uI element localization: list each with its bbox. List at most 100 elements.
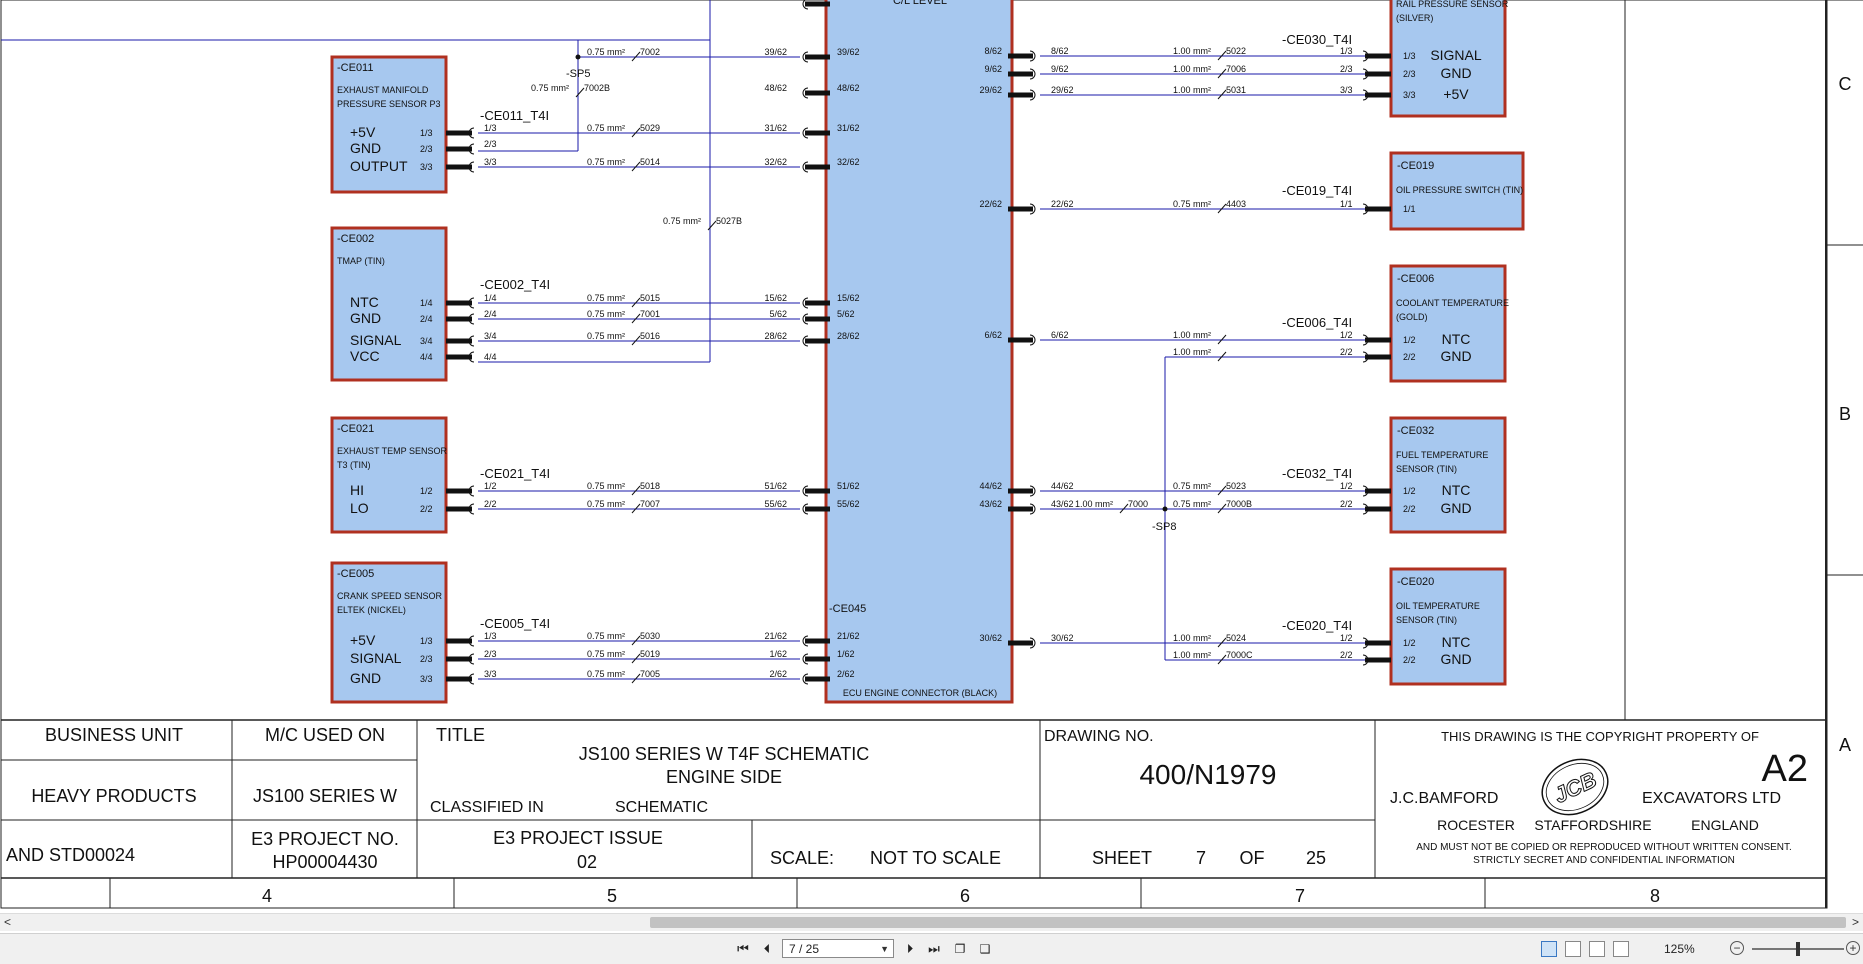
pin-number: 3/3 <box>420 162 433 172</box>
address-country: ENGLAND <box>1691 817 1759 833</box>
wire-slash-icon <box>575 87 585 98</box>
component-id: -CE005 <box>337 568 374 580</box>
sheet-total: 25 <box>1306 848 1326 868</box>
wire-spec: 1.00 mm² <box>1075 499 1113 509</box>
last-page-icon[interactable]: ⏭ <box>924 940 944 958</box>
wire-label: 1.00 mm² 7000C <box>1173 650 1253 665</box>
fit-page-icon[interactable]: ❐ <box>950 940 970 958</box>
ecu-pin-number: 48/62 <box>837 83 860 93</box>
scroll-left-arrow-icon[interactable]: < <box>4 914 11 931</box>
pin-label: GND <box>350 310 381 326</box>
chevron-down-icon[interactable]: ▼ <box>880 940 889 959</box>
wire-number: 7002 <box>640 47 660 57</box>
harness-tag: -CE021_T4I <box>480 466 550 481</box>
wire-label: 0.75 mm² 5015 <box>587 293 660 308</box>
wire-number: 5019 <box>640 649 660 659</box>
row-marker: C <box>1839 74 1852 94</box>
wire-label: 0.75 mm² 5014 <box>587 157 660 172</box>
wire-spec: 0.75 mm² <box>587 649 625 659</box>
component-ce019: -CE019 OIL PRESSURE SWITCH (TIN) 1/1 <box>1389 151 1525 231</box>
component-desc: OIL PRESSURE SWITCH (TIN) <box>1396 185 1523 195</box>
pin-label: OUTPUT <box>350 158 408 174</box>
zoom-level: 125% <box>1664 942 1695 956</box>
wire-src-pin: 2/3 <box>484 649 497 659</box>
business-unit-label: BUSINESS UNIT <box>45 725 183 745</box>
pin-number: 2/2 <box>1403 655 1416 665</box>
wire-spec: 0.75 mm² <box>587 481 625 491</box>
pin-stub <box>1362 485 1391 497</box>
pin-number: 2/2 <box>1403 352 1416 362</box>
pin-number: 3/4 <box>420 336 433 346</box>
pin-number: 4/4 <box>420 352 433 362</box>
wire-label: 0.75 mm² 5029 <box>587 123 660 138</box>
document-viewer: -CE011 EXHAUST MANIFOLD PRESSURE SENSOR P3… <box>0 0 1863 964</box>
component-desc: OIL TEMPERATURE <box>1396 601 1480 611</box>
ecu-pin-number: 2/62 <box>837 669 855 679</box>
zoom-in-icon[interactable]: + <box>1846 941 1860 955</box>
schematic-sheet: -CE011 EXHAUST MANIFOLD PRESSURE SENSOR P3… <box>0 0 1863 909</box>
two-page-continuous-view-icon[interactable] <box>1613 941 1629 957</box>
pin-number: 1/2 <box>1403 335 1416 345</box>
ecu-pin-number: 15/62 <box>837 293 860 303</box>
of-label: OF <box>1240 848 1265 868</box>
single-page-view-icon[interactable] <box>1541 941 1557 957</box>
wire-number: 5027B <box>716 216 742 226</box>
ecu-pin-number: 51/62 <box>764 481 787 491</box>
prev-page-icon[interactable]: ⏴ <box>757 940 777 958</box>
harness-tag: -CE030_T4I <box>1282 32 1352 47</box>
pin-stub <box>446 485 475 497</box>
wire-number: 7002B <box>584 83 610 93</box>
mc-used-on-label: M/C USED ON <box>265 725 385 745</box>
wire-number: 5022 <box>1226 46 1246 56</box>
wire-src-pin: 3/3 <box>484 669 497 679</box>
component-ce032: -CE032 FUEL TEMPERATURE SENSOR (TIN) NTC 1/2… <box>1389 416 1507 534</box>
component-id: -CE019 <box>1397 160 1434 172</box>
pin-number: 1/3 <box>420 636 433 646</box>
two-page-view-icon[interactable] <box>1589 941 1605 957</box>
drawing-title-line1: JS100 SERIES W T4F SCHEMATIC <box>579 744 869 764</box>
wire-spec: 0.75 mm² <box>1173 499 1211 509</box>
component-desc: SENSOR (TIN) <box>1396 464 1457 474</box>
page-number-input[interactable]: 7 / 25 ▼ <box>782 939 894 958</box>
wire-number: 7000B <box>1226 499 1252 509</box>
wire-src-pin: 4/4 <box>484 352 497 362</box>
ecu-pin-number: 32/62 <box>764 157 787 167</box>
component-desc: TMAP (TIN) <box>337 256 385 266</box>
pin-label: +5V <box>350 124 376 140</box>
drawing-no-label: DRAWING NO. <box>1044 728 1154 745</box>
zoom-slider-thumb[interactable] <box>1796 942 1800 956</box>
wire-label: 0.75 mm² 7002 <box>587 47 660 62</box>
scroll-thumb[interactable] <box>650 917 1846 928</box>
wire-spec: 0.75 mm² <box>587 157 625 167</box>
wire-spec: 0.75 mm² <box>587 293 625 303</box>
pin-stub <box>446 161 475 173</box>
classified-label: CLASSIFIED IN <box>430 799 544 816</box>
harness-tag: -CE032_T4I <box>1282 466 1352 481</box>
ecu-pin-number: 55/62 <box>837 499 860 509</box>
continuous-view-icon[interactable] <box>1565 941 1581 957</box>
ecu-pin-number: 1/62 <box>769 649 787 659</box>
wire-number: 7007 <box>640 499 660 509</box>
component-id: -CE006 <box>1397 273 1434 285</box>
ecu-id: -CE045 <box>829 603 866 615</box>
wire-src-pin: 3/4 <box>484 331 497 341</box>
fit-width-icon[interactable]: ❑ <box>975 940 995 958</box>
wire-label: 1.00 mm² 5022 <box>1173 46 1246 61</box>
scroll-right-arrow-icon[interactable]: > <box>1852 914 1859 931</box>
ecu-top-label: C/L LEVEL <box>893 0 947 7</box>
ecu-pin-number: 6/62 <box>984 330 1002 340</box>
pin-stub <box>446 673 475 685</box>
wire-spec: 0.75 mm² <box>587 669 625 679</box>
next-page-icon[interactable]: ⏵ <box>900 940 920 958</box>
horizontal-scrollbar[interactable]: < > <box>0 913 1863 931</box>
ecu-pin-number: 28/62 <box>764 331 787 341</box>
ecu-pin-number: 44/62 <box>979 481 1002 491</box>
wire-number: 5024 <box>1226 633 1246 643</box>
wire-label: 0.75 mm² 7002B <box>531 83 610 98</box>
component-id: -CE020 <box>1397 576 1434 588</box>
ecu-pin-number: 29/62 <box>979 85 1002 95</box>
ecu-pin-number: 43/62 <box>979 499 1002 509</box>
zoom-out-icon[interactable]: − <box>1730 941 1744 955</box>
wire-label: 0.75 mm² 5019 <box>587 649 660 664</box>
first-page-icon[interactable]: ⏮ <box>733 940 753 958</box>
